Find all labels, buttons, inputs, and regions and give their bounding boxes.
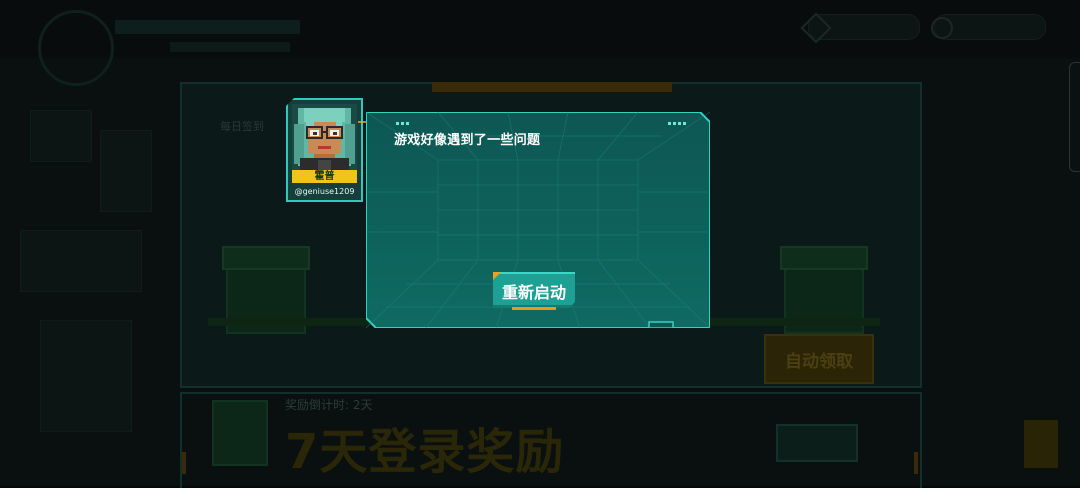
reward-box-icon [212,400,268,466]
claim-button[interactable] [776,424,858,462]
player-avatar [38,10,114,86]
corner-accent [914,452,918,474]
reward-title: 7天登录奖励 [285,424,565,480]
panel-top-strip [432,82,672,92]
right-tile [1024,420,1058,468]
restart-button[interactable]: 重新启动 [493,272,575,308]
restart-button-underline [512,307,556,310]
character-name: 霍普 [292,170,357,183]
coin-icon [931,17,953,39]
dialog-message: 游戏好像遇到了一些问题 [394,133,541,148]
corner-accent [182,452,186,474]
auto-claim-button[interactable]: 自动领取 [764,334,874,384]
dialog-dots-left [396,122,409,125]
currency-gem [800,12,920,44]
error-dialog: 游戏好像遇到了一些问题 重新启动 [366,112,710,328]
character-handle: @geniuse1209 [294,187,355,196]
reward-countdown: 奖励倒计时: 2天 [285,398,373,412]
character-card: 霍普 @geniuse1209 [286,98,363,202]
dialog-dots-right [668,122,686,125]
restart-button-corner [493,272,501,280]
currency-coin [931,14,1046,40]
player-name-bar [115,20,300,34]
character-portrait [292,104,357,170]
side-drawer-handle[interactable] [1069,62,1080,172]
panel-label: 每日签到 [220,120,264,133]
left-decoration [0,90,170,440]
player-xp-bar [170,42,290,52]
